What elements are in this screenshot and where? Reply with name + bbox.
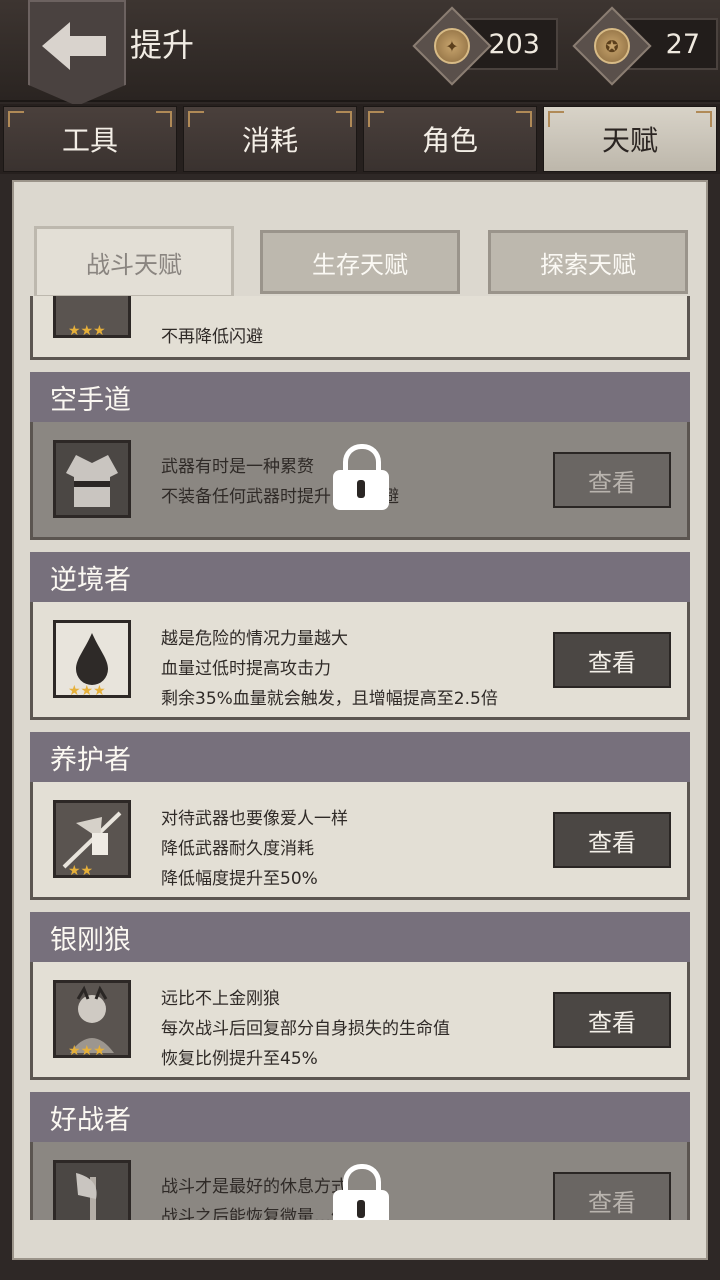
karate-gi-icon [53,440,131,518]
axe-icon [53,1160,131,1220]
spear-hat-icon: ★★ [53,800,131,879]
view-button[interactable]: 查看 [553,1172,671,1220]
tab-talents[interactable]: 天赋 [543,106,717,172]
badge-coin-icon: ✦ [434,28,470,64]
top-bar: 提升 203 ✦ 27 ✪ [0,0,720,106]
talent-name: 养护者 [30,732,690,782]
subtab-exploration[interactable]: 探索天赋 [488,230,688,294]
blood-drop-icon: ★★★ [53,620,131,699]
lock-icon [333,444,389,510]
back-button[interactable] [28,0,126,106]
medal-coin-icon: ✪ [594,28,630,64]
wolverine-icon: ★★★ [53,980,131,1059]
view-button[interactable]: 查看 [553,452,671,508]
view-button[interactable]: 查看 [553,992,671,1048]
lock-icon [333,1164,389,1220]
back-arrow-icon [42,22,106,70]
talent-list[interactable]: ★★★ 不再降低闪避 空手道 武器有时是一种累赘 不装备任何武器时提升…和闪避 … [30,296,692,1220]
talent-name: 空手道 [30,372,690,422]
tab-tools[interactable]: 工具 [3,106,177,172]
talent-name: 好战者 [30,1092,690,1142]
sub-tabs: 战斗天赋 生存天赋 探索天赋 [30,226,692,298]
tab-character[interactable]: 角色 [363,106,537,172]
talent-icon: ★★★ [53,296,131,339]
main-tabs: 工具 消耗 角色 天赋 [0,104,720,174]
talent-name: 逆境者 [30,552,690,602]
page-title: 提升 [130,26,195,64]
talent-name: 银刚狼 [30,912,690,962]
tab-consumables[interactable]: 消耗 [183,106,357,172]
view-button[interactable]: 查看 [553,812,671,868]
currency-1: 203 ✦ [412,6,558,86]
subtab-combat[interactable]: 战斗天赋 [34,226,234,298]
currency-2: 27 ✪ [572,6,718,86]
subtab-survival[interactable]: 生存天赋 [260,230,460,294]
view-button[interactable]: 查看 [553,632,671,688]
